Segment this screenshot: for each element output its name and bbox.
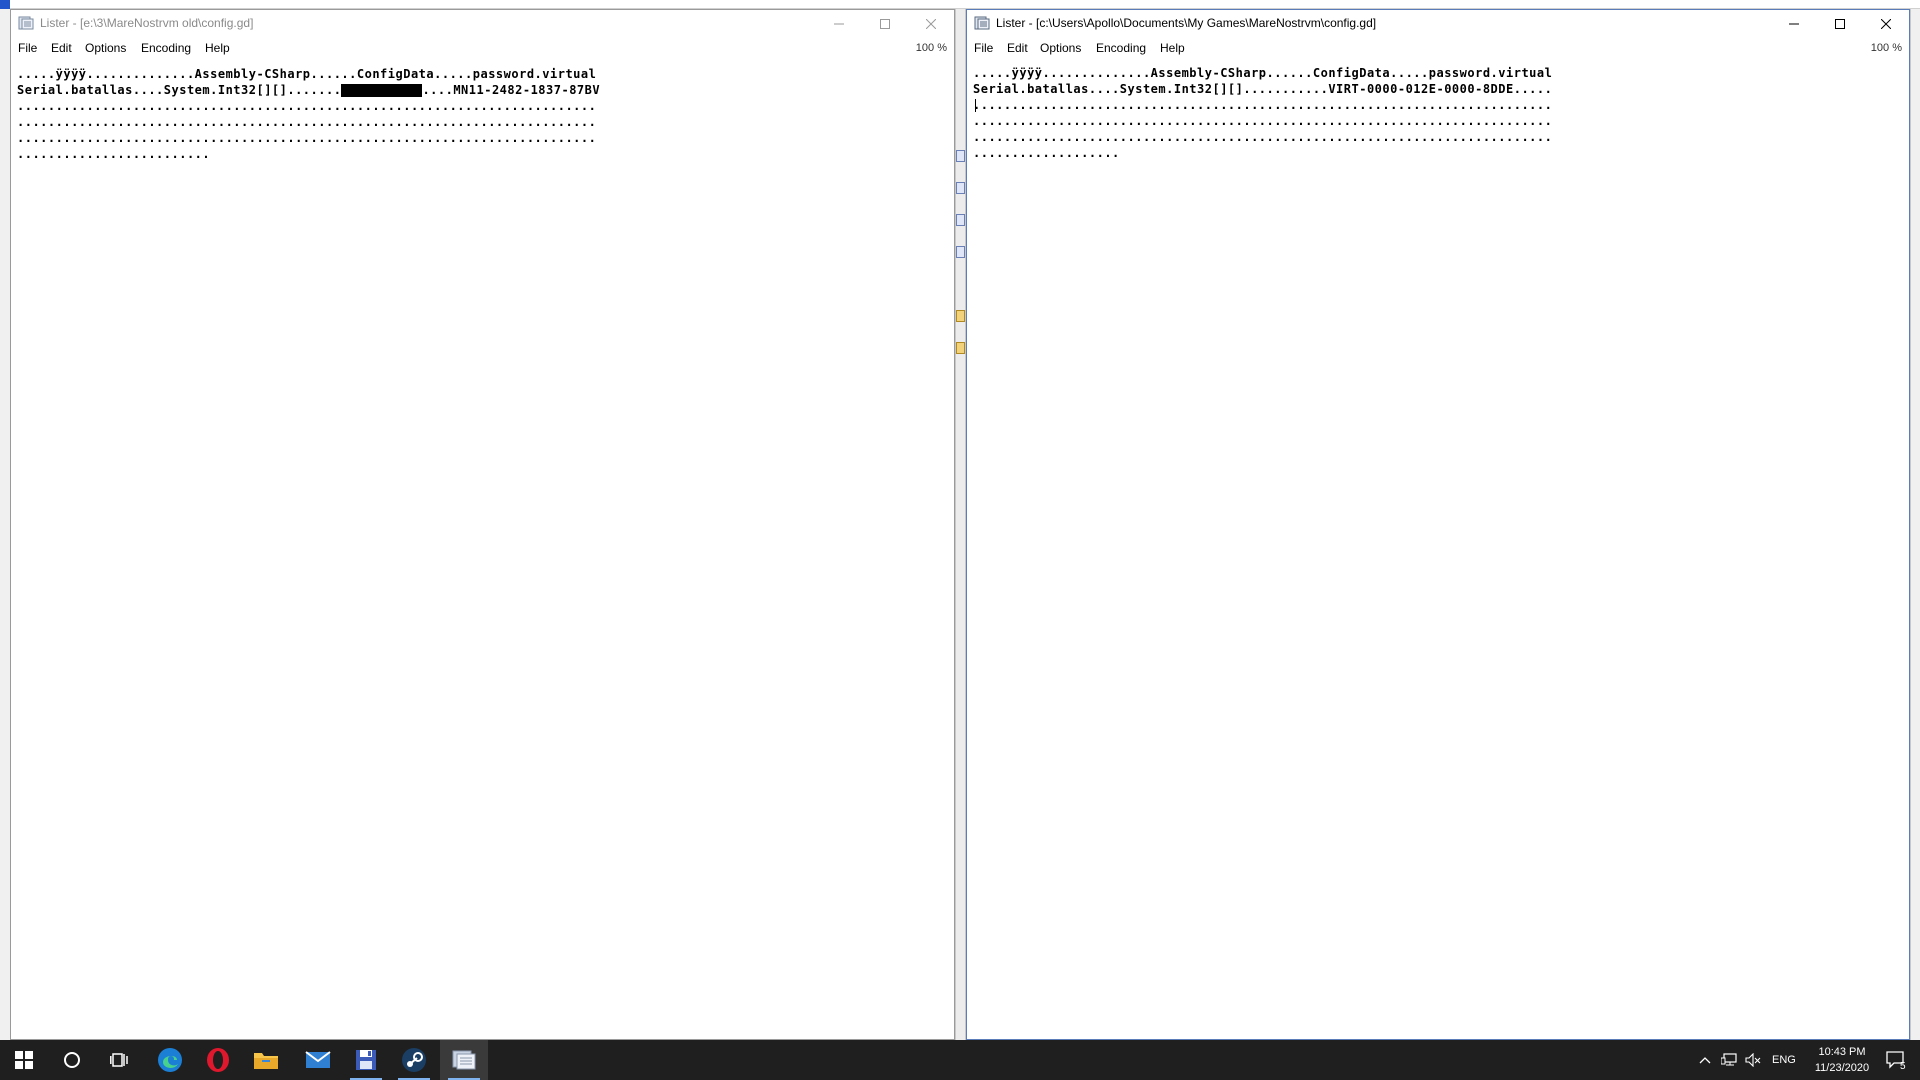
mail-app-button[interactable] <box>294 1040 342 1080</box>
network-icon <box>1721 1053 1737 1066</box>
maximize-icon <box>1835 18 1845 29</box>
notification-count: 5 <box>1900 1061 1906 1072</box>
edge-app-button[interactable] <box>146 1040 194 1080</box>
content-line-5: ........................................… <box>973 130 1553 144</box>
content-line-3: ........................................… <box>973 98 1553 112</box>
volume-button[interactable] <box>1742 1040 1764 1080</box>
line-2-prefix: Serial.batallas....System.Int32[][].....… <box>17 83 342 97</box>
content-line-4: ........................................… <box>17 115 597 129</box>
background-app-titlebar <box>0 0 1920 9</box>
zoom-level: 100 % <box>915 42 947 54</box>
menu-options[interactable]: Options <box>85 41 126 55</box>
content-line-3: ........................................… <box>17 99 597 113</box>
menu-encoding[interactable]: Encoding <box>141 41 191 55</box>
background-app-icon <box>0 0 10 9</box>
edge-icon <box>158 1048 182 1072</box>
file-explorer-button[interactable] <box>242 1040 290 1080</box>
content-line-1: .....ÿÿÿÿ..............Assembly-CSharp..… <box>973 66 1553 80</box>
redaction-block <box>341 84 423 97</box>
maximize-button[interactable] <box>1817 10 1863 37</box>
close-icon <box>926 18 936 29</box>
menu-edit[interactable]: Edit <box>1007 41 1028 55</box>
close-icon <box>1881 18 1891 29</box>
opera-app-button[interactable] <box>194 1040 242 1080</box>
close-button[interactable] <box>908 10 954 37</box>
steam-app-button[interactable] <box>390 1040 438 1080</box>
menu-help[interactable]: Help <box>205 41 230 55</box>
background-app-center-strip <box>955 9 966 1040</box>
maximize-icon <box>880 18 890 29</box>
lister-window-left: Lister - [e:\3\MareNostrvm old\config.gd… <box>10 9 955 1040</box>
opera-icon <box>207 1048 229 1072</box>
content-line-6: ................... <box>973 146 1120 160</box>
content-line-5: ........................................… <box>17 131 597 145</box>
file-content-view[interactable]: .....ÿÿÿÿ..............Assembly-CSharp..… <box>11 60 954 1039</box>
clock-date[interactable]: 11/23/2020 <box>1806 1062 1878 1074</box>
cortana-search-icon <box>64 1052 80 1068</box>
start-button[interactable] <box>0 1040 48 1080</box>
menu-options[interactable]: Options <box>1040 41 1081 55</box>
minimize-icon <box>1789 23 1799 24</box>
action-center-button[interactable]: 5 <box>1876 1040 1916 1080</box>
save-app-button[interactable] <box>342 1040 390 1080</box>
menu-bar: File Edit Options Encoding Help 100 % <box>11 40 954 60</box>
file-content-view[interactable]: .....ÿÿÿÿ..............Assembly-CSharp..… <box>967 60 1909 1039</box>
background-toolbar-icon <box>956 246 965 258</box>
task-view-icon <box>110 1053 128 1067</box>
lister-app-icon <box>18 16 34 30</box>
lister-app-button[interactable] <box>440 1040 488 1080</box>
background-toolbar-icon <box>956 214 965 226</box>
steam-icon <box>402 1048 426 1072</box>
save-disk-icon <box>356 1050 376 1070</box>
network-button[interactable] <box>1718 1040 1740 1080</box>
titlebar[interactable]: Lister - [c:\Users\Apollo\Documents\My G… <box>967 10 1909 37</box>
chevron-up-icon <box>1699 1057 1711 1064</box>
menu-bar: File Edit Options Encoding Help 100 % <box>967 40 1909 60</box>
background-app-right-panel <box>1910 9 1920 1040</box>
minimize-icon <box>834 23 844 24</box>
content-line-2: Serial.batallas....System.Int32[][].....… <box>973 82 1553 96</box>
content-line-6: ......................... <box>17 147 211 161</box>
start-icon <box>15 1051 33 1069</box>
menu-help[interactable]: Help <box>1160 41 1185 55</box>
content-line-1: .....ÿÿÿÿ..............Assembly-CSharp..… <box>17 67 597 81</box>
menu-edit[interactable]: Edit <box>51 41 72 55</box>
background-toolbar-icon <box>956 182 965 194</box>
lister-icon <box>452 1050 476 1070</box>
cortana-search-button[interactable] <box>48 1040 96 1080</box>
background-toolbar-icon <box>956 150 965 162</box>
line-2-serial: ....MN11-2482-1837-87BV <box>422 83 601 97</box>
text-caret <box>975 99 976 112</box>
window-title: Lister - [e:\3\MareNostrvm old\config.gd… <box>40 16 254 30</box>
content-line-2: Serial.batallas....System.Int32[][].....… <box>17 84 600 97</box>
window-title: Lister - [c:\Users\Apollo\Documents\My G… <box>996 16 1377 30</box>
lister-app-icon <box>974 16 990 30</box>
input-language[interactable]: ENG <box>1772 1054 1796 1066</box>
menu-file[interactable]: File <box>974 41 993 55</box>
menu-encoding[interactable]: Encoding <box>1096 41 1146 55</box>
clock-time[interactable]: 10:43 PM <box>1812 1046 1872 1058</box>
task-view-button[interactable] <box>96 1040 144 1080</box>
show-hidden-icons-button[interactable] <box>1694 1040 1716 1080</box>
file-explorer-icon <box>254 1053 278 1069</box>
minimize-button[interactable] <box>816 10 862 37</box>
lister-window-right: Lister - [c:\Users\Apollo\Documents\My G… <box>966 9 1910 1040</box>
background-toolbar-icon <box>956 342 965 354</box>
content-line-4: ........................................… <box>973 114 1553 128</box>
menu-file[interactable]: File <box>18 41 37 55</box>
background-toolbar-icon <box>956 310 965 322</box>
close-button[interactable] <box>1863 10 1909 37</box>
zoom-level: 100 % <box>1870 42 1902 54</box>
taskbar: ENG 10:43 PM 11/23/2020 5 <box>0 1040 1920 1080</box>
maximize-button[interactable] <box>862 10 908 37</box>
mail-icon <box>305 1051 331 1068</box>
minimize-button[interactable] <box>1771 10 1817 37</box>
volume-muted-icon <box>1745 1053 1761 1067</box>
titlebar[interactable]: Lister - [e:\3\MareNostrvm old\config.gd… <box>11 10 954 37</box>
